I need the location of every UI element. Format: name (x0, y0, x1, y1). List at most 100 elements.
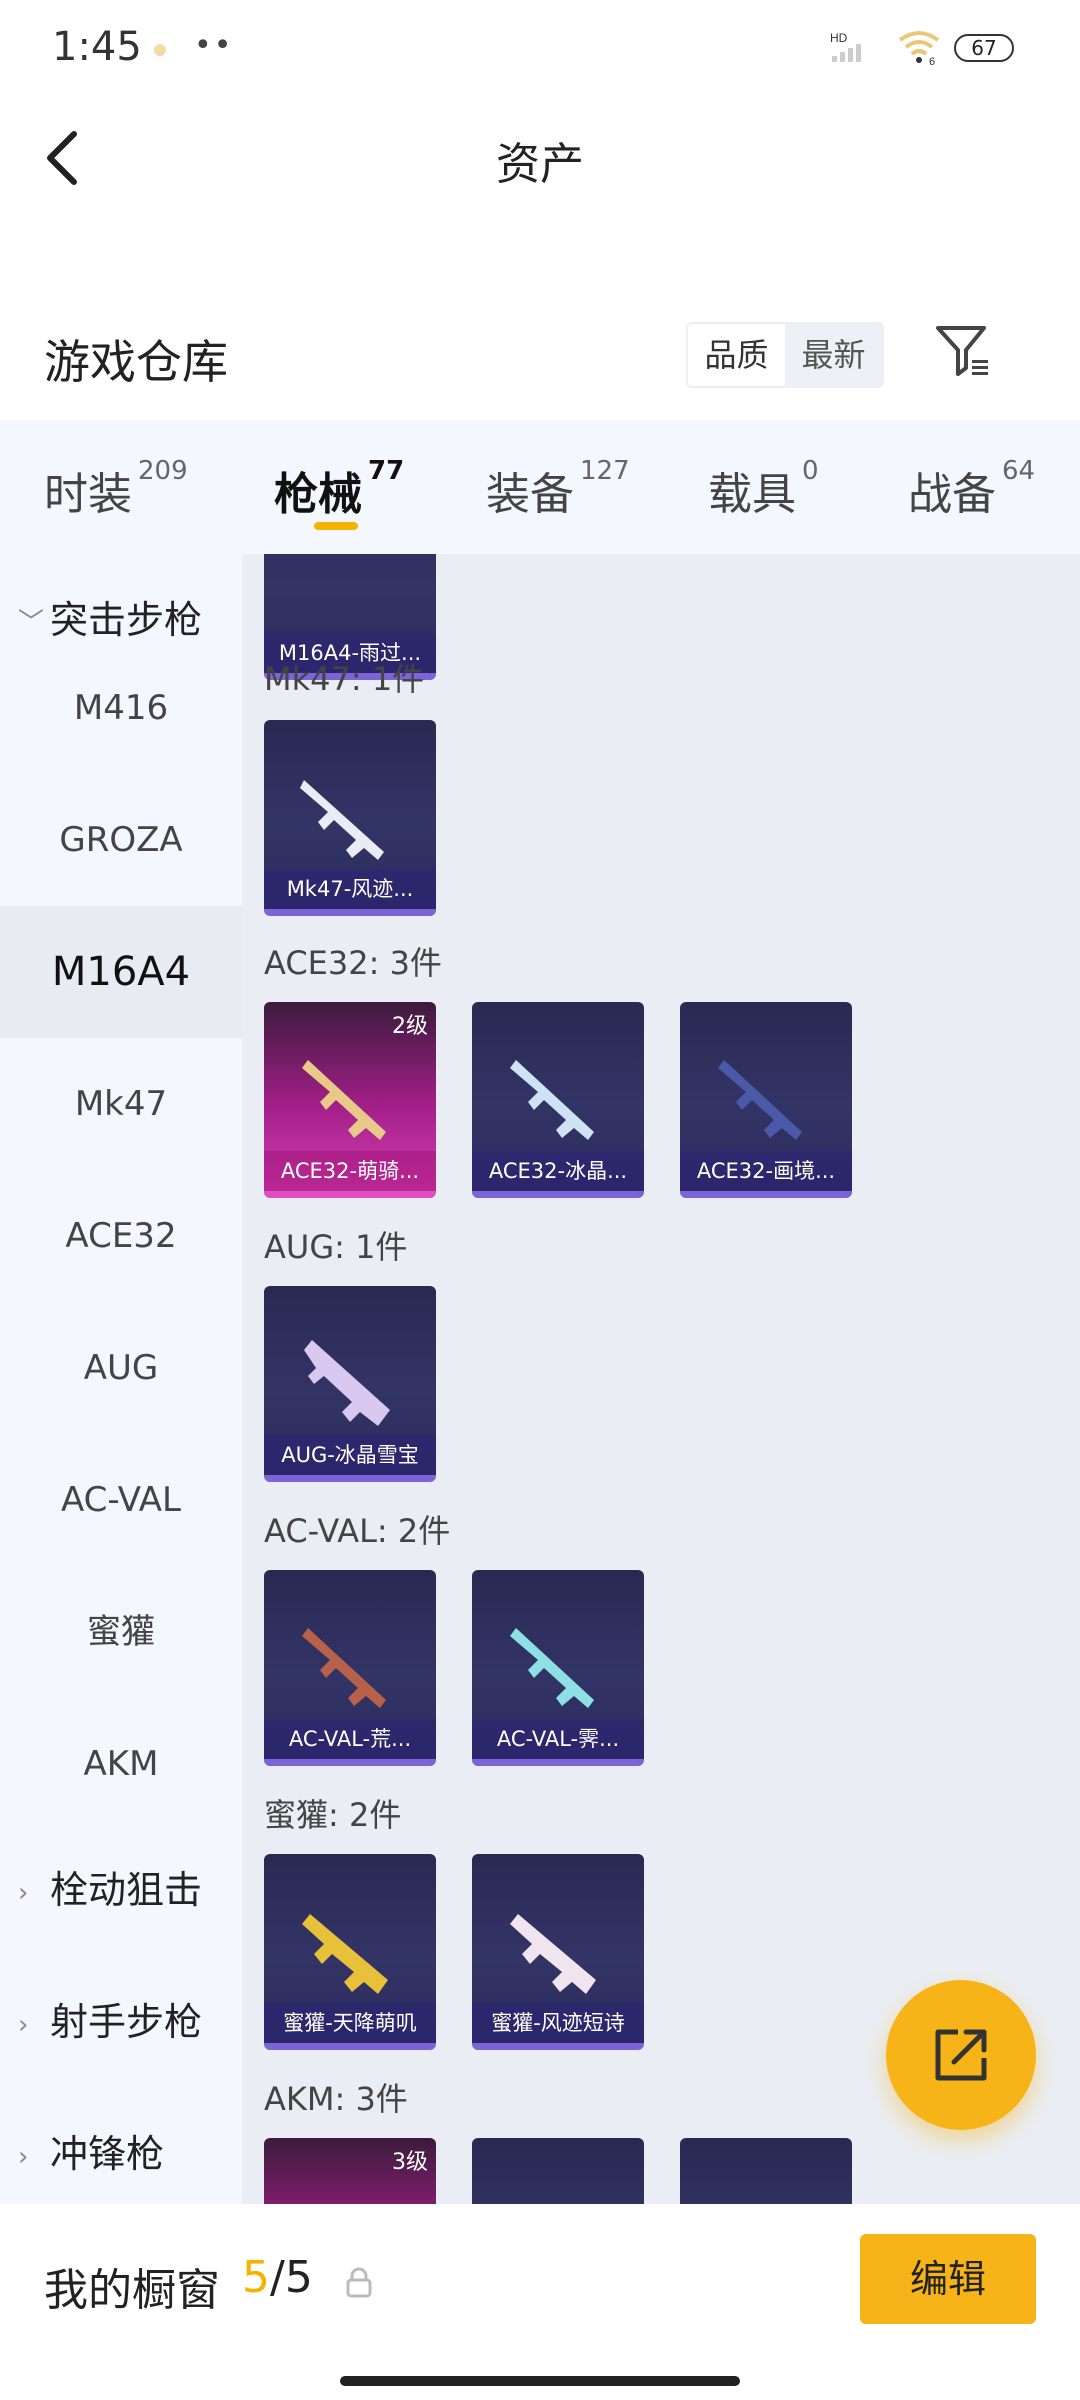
rifle-icon (510, 1914, 596, 1994)
tab-count: 209 (138, 456, 188, 486)
rifle-icon (300, 780, 384, 860)
section-label: AKM: 3件 (264, 2080, 408, 2118)
wifi-icon: 6 (898, 31, 940, 66)
active-tab-indicator (314, 522, 358, 530)
tab-count: 64 (1002, 456, 1036, 486)
filter-icon[interactable] (934, 322, 994, 382)
edit-button[interactable]: 编辑 (860, 2234, 1036, 2324)
showcase-count-total: 5 (284, 2252, 313, 2303)
rifle-icon (302, 1060, 386, 1140)
sidebar-item-m416[interactable]: M416 (0, 642, 242, 774)
warehouse-title: 游戏仓库 (44, 335, 228, 389)
skin-card[interactable]: AC-VAL-荒... (264, 1570, 436, 1766)
rifle-icon (510, 1628, 594, 1708)
sidebar-item-honey-badger[interactable]: 蜜獾 (0, 1566, 242, 1698)
skin-name: 蜜獾-风迹短诗 (472, 2003, 644, 2043)
sort-toggle: 品质 最新 (686, 322, 884, 388)
showcase-bar: 我的橱窗 5/5 编辑 (0, 2204, 1080, 2400)
sort-quality-button[interactable]: 品质 (688, 324, 785, 386)
sidebar-group-label: 冲锋枪 (50, 2132, 165, 2176)
tab-count: 127 (580, 456, 630, 486)
sidebar-group-label: 突击步枪 (50, 598, 203, 642)
skin-name: Mk47-风迹... (264, 869, 436, 909)
battery-indicator: 67 (954, 34, 1014, 62)
tab-label: 时装 (44, 469, 132, 520)
weapon-type-sidebar: ﹀ 突击步枪 M416 GROZA M16A4 Mk47 ACE32 AUG AC… (0, 554, 242, 2204)
share-button[interactable] (886, 1980, 1036, 2130)
skin-name: AUG-冰晶雪宝 (264, 1435, 436, 1475)
notification-dot-icon (154, 44, 166, 56)
sidebar-group-label: 栓动狙击 (50, 1868, 203, 1912)
sidebar-item-aug[interactable]: AUG (0, 1302, 242, 1434)
sidebar-item-mk47[interactable]: Mk47 (0, 1038, 242, 1170)
skin-card[interactable]: 2级 ACE32-萌骑... (264, 1002, 436, 1198)
section-label: ACE32: 3件 (264, 944, 442, 982)
share-icon (935, 2029, 987, 2081)
sort-latest-button[interactable]: 最新 (785, 324, 882, 386)
showcase-count-current: 5 (242, 2252, 270, 2303)
tab-label: 枪械 (274, 469, 362, 520)
sidebar-group-smgs[interactable]: › 冲锋枪 (18, 2124, 164, 2187)
skin-name: AC-VAL-霁... (472, 1719, 644, 1759)
sidebar-group-marksman-rifles[interactable]: › 射手步枪 (18, 1992, 202, 2055)
skin-card[interactable]: AUG-冰晶雪宝 (264, 1286, 436, 1482)
tab-label: 载具 (708, 469, 796, 520)
chevron-right-icon: › (18, 2009, 29, 2040)
skin-card[interactable]: 蜜獾-风迹短诗 (472, 1854, 644, 2050)
status-dots: •• (194, 28, 234, 63)
skin-level: 3级 (392, 2150, 428, 2175)
section-label: 蜜獾: 2件 (264, 1796, 402, 1834)
skin-card[interactable]: AC-VAL-霁... (472, 1570, 644, 1766)
skin-level: 2级 (392, 1014, 428, 1039)
rifle-icon (510, 1060, 594, 1140)
sidebar-item-akm[interactable]: AKM (0, 1698, 242, 1830)
skin-card[interactable]: Mk47-风迹... (264, 720, 436, 916)
signal-hd-label: HD (830, 31, 848, 45)
skin-card[interactable]: 3级 (264, 2138, 436, 2204)
sidebar-group-bolt-snipers[interactable]: › 栓动狙击 (18, 1860, 202, 1923)
category-tabs: 时装 209 枪械 77 装备 127 载具 0 战备 64 (0, 420, 1080, 554)
sidebar-item-m16a4[interactable]: M16A4 (0, 906, 242, 1038)
page-title: 资产 (496, 139, 584, 190)
status-time: 1:45 (52, 24, 142, 70)
chevron-right-icon: › (18, 2141, 29, 2172)
skin-card[interactable]: 蜜獾-天降萌叽 (264, 1854, 436, 2050)
tab-label: 装备 (486, 469, 574, 520)
lock-icon (346, 2267, 372, 2298)
sidebar-item-groza[interactable]: GROZA (0, 774, 242, 906)
tab-fashion[interactable]: 时装 209 (44, 456, 188, 522)
tab-count: 77 (368, 456, 405, 486)
skin-name: ACE32-冰晶... (472, 1151, 644, 1191)
skin-name: ACE32-萌骑... (264, 1151, 436, 1191)
tab-guns[interactable]: 枪械 77 (274, 456, 405, 522)
tab-equipment[interactable]: 装备 127 (486, 456, 630, 522)
rifle-icon (302, 1914, 388, 1994)
showcase-count-separator: / (270, 2252, 285, 2303)
status-bar: 1:45 •• HD 6 67 (0, 0, 1080, 100)
section-label: AC-VAL: 2件 (264, 1512, 451, 1550)
skin-card[interactable] (680, 2138, 852, 2204)
skin-card[interactable]: ACE32-冰晶... (472, 1002, 644, 1198)
sidebar-item-ace32[interactable]: ACE32 (0, 1170, 242, 1302)
signal-icon: HD (830, 31, 861, 62)
sidebar-group-label: 射手步枪 (50, 2000, 203, 2044)
weapon-grid: M16A4-雨过... Mk47: 1件 Mk47-风迹... ACE32: 3… (242, 554, 1080, 2204)
chevron-right-icon: › (18, 1877, 29, 1908)
skin-card[interactable] (472, 2138, 644, 2204)
skin-name: 蜜獾-天降萌叽 (264, 2003, 436, 2043)
home-indicator[interactable] (340, 2376, 740, 2386)
tab-vehicles[interactable]: 载具 0 (708, 456, 819, 522)
rifle-icon (302, 1628, 386, 1708)
skin-name: AC-VAL-荒... (264, 1719, 436, 1759)
tab-count: 0 (802, 456, 819, 486)
showcase-count: 5/5 (242, 2252, 313, 2303)
rifle-icon (718, 1060, 802, 1140)
sidebar-item-ac-val[interactable]: AC-VAL (0, 1434, 242, 1566)
skin-card[interactable]: ACE32-画境... (680, 1002, 852, 1198)
tab-supplies[interactable]: 战备 64 (908, 456, 1036, 522)
skin-name: ACE32-画境... (680, 1151, 852, 1191)
showcase-label: 我的橱窗 (44, 2265, 220, 2316)
rifle-icon (304, 1340, 390, 1426)
tab-label: 战备 (908, 469, 996, 520)
wifi-6-label: 6 (929, 56, 935, 66)
